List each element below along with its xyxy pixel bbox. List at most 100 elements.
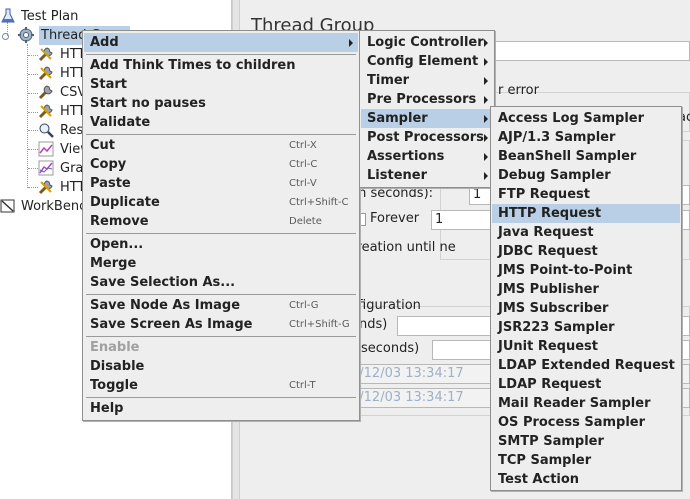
menu-item-save-selection-as[interactable]: Save Selection As... — [84, 273, 358, 292]
menu-item-jms-publisher[interactable]: JMS Publisher — [492, 280, 680, 299]
menu-item-jms-subscriber[interactable]: JMS Subscriber — [492, 299, 680, 318]
name-field[interactable] — [495, 41, 690, 61]
tree-expand-handle-icon[interactable] — [2, 33, 9, 40]
tree-node-label: Response Assertion — [60, 123, 82, 138]
menu-item-label: Validate — [90, 115, 151, 130]
menu-item-toggle[interactable]: Toggle Ctrl-T — [84, 376, 358, 395]
menu-item-timer[interactable]: Timer — [361, 71, 493, 90]
menu-item-label: Cut — [90, 138, 116, 153]
menu-item-ldap-extended-request[interactable]: LDAP Extended Request — [492, 356, 680, 375]
menu-item-ldap-request[interactable]: LDAP Request — [492, 375, 680, 394]
tree-node-label: View Results Tree — [60, 142, 82, 157]
menu-item-smtp-sampler[interactable]: SMTP Sampler — [492, 432, 680, 451]
menu-item-label: Duplicate — [90, 195, 160, 210]
end-time-value: 7/12/03 13:34:17 — [351, 390, 464, 405]
tree-node-http-request[interactable]: HTTP Request — [0, 45, 82, 64]
menu-item-post-processors[interactable]: Post Processors — [361, 128, 493, 147]
menu-item-label: AJP/1.3 Sampler — [498, 130, 616, 145]
menu-item-listener[interactable]: Listener — [361, 166, 493, 185]
menu-item-pre-processors[interactable]: Pre Processors — [361, 90, 493, 109]
rampup-value: 1 — [473, 187, 482, 202]
tree-node-http-request[interactable]: HTTP Request — [0, 102, 82, 121]
menu-item-label: JMS Subscriber — [498, 301, 609, 316]
menu-item-copy[interactable]: Copy Ctrl-C — [84, 155, 358, 174]
menu-item-start[interactable]: Start — [84, 75, 358, 94]
menu-item-duplicate[interactable]: Duplicate Ctrl+Shift-C — [84, 193, 358, 212]
menu-item-label: Config Element — [367, 54, 479, 69]
tree-node-label: Test Plan — [21, 9, 79, 24]
menu-item-help[interactable]: Help — [84, 399, 358, 418]
menu-item-start-no-pauses[interactable]: Start no pauses — [84, 94, 358, 113]
add-submenu: Logic Controller Config Element Timer Pr… — [359, 30, 495, 188]
tree-node-test-plan[interactable]: Test Plan — [0, 7, 220, 26]
menu-item-merge[interactable]: Merge — [84, 254, 358, 273]
tree-node-workbench[interactable]: WorkBench — [0, 197, 82, 216]
tree-node-http-request[interactable]: HTTP Request — [0, 64, 82, 83]
scheduler-configuration-label: figuration — [358, 298, 421, 313]
menu-item-junit-request[interactable]: JUnit Request — [492, 337, 680, 356]
submenu-arrow-icon — [484, 77, 488, 85]
menu-item-add-think-times[interactable]: Add Think Times to children — [84, 56, 358, 75]
menu-item-ajp-sampler[interactable]: AJP/1.3 Sampler — [492, 128, 680, 147]
menu-item-label: BeanShell Sampler — [498, 149, 637, 164]
menu-item-label: Open... — [90, 237, 144, 252]
menu-item-disable[interactable]: Disable — [84, 357, 358, 376]
menu-item-label: Add Think Times to children — [90, 58, 296, 73]
menu-item-label: Access Log Sampler — [498, 111, 645, 126]
startup-delay-label: seconds) — [361, 341, 420, 356]
menu-item-label: Save Node As Image — [90, 298, 241, 313]
menu-item-label: Remove — [90, 214, 149, 229]
menu-item-ftp-request[interactable]: FTP Request — [492, 185, 680, 204]
menu-item-save-screen-as-image[interactable]: Save Screen As Image Ctrl+Shift-G — [84, 315, 358, 334]
menu-item-os-process-sampler[interactable]: OS Process Sampler — [492, 413, 680, 432]
menu-item-paste[interactable]: Paste Ctrl-V — [84, 174, 358, 193]
menu-item-sampler[interactable]: Sampler — [361, 109, 493, 128]
sampler-submenu: Access Log Sampler AJP/1.3 Sampler BeanS… — [490, 106, 682, 491]
menu-item-assertions[interactable]: Assertions — [361, 147, 493, 166]
tree-node-response-assertion[interactable]: Response Assertion — [0, 121, 82, 140]
menu-item-tcp-sampler[interactable]: TCP Sampler — [492, 451, 680, 470]
menu-item-label: Logic Controller — [367, 35, 484, 50]
menu-item-label: Toggle — [90, 378, 138, 393]
menu-item-shortcut: Ctrl+Shift-G — [289, 319, 350, 330]
menu-item-test-action[interactable]: Test Action — [492, 470, 680, 489]
menu-item-shortcut: Ctrl-T — [289, 380, 316, 391]
menu-item-open[interactable]: Open... — [84, 235, 358, 254]
menu-item-label: TCP Sampler — [498, 453, 592, 468]
menu-item-jms-point-to-point[interactable]: JMS Point-to-Point — [492, 261, 680, 280]
menu-separator — [86, 54, 356, 55]
http-request-wrench-icon — [38, 46, 54, 62]
menu-item-debug-sampler[interactable]: Debug Sampler — [492, 166, 680, 185]
menu-item-jdbc-request[interactable]: JDBC Request — [492, 242, 680, 261]
menu-item-label: JUnit Request — [498, 339, 599, 354]
menu-item-access-log-sampler[interactable]: Access Log Sampler — [492, 109, 680, 128]
menu-item-label: JSR223 Sampler — [498, 320, 615, 335]
http-request-wrench-icon — [38, 65, 54, 81]
tree-node-csv-data-set[interactable]: CSV Data Set Config — [0, 83, 82, 102]
menu-item-label: Enable — [90, 340, 140, 355]
submenu-arrow-icon — [484, 134, 488, 142]
menu-item-add[interactable]: Add — [84, 33, 358, 52]
menu-item-beanshell-sampler[interactable]: BeanShell Sampler — [492, 147, 680, 166]
menu-item-save-node-as-image[interactable]: Save Node As Image Ctrl-G — [84, 296, 358, 315]
menu-item-jsr223-sampler[interactable]: JSR223 Sampler — [492, 318, 680, 337]
tree-node-view-results-tree[interactable]: View Results Tree — [0, 140, 82, 159]
menu-item-label: Pre Processors — [367, 92, 477, 107]
menu-item-config-element[interactable]: Config Element — [361, 52, 493, 71]
menu-item-label: LDAP Request — [498, 377, 602, 392]
menu-item-java-request[interactable]: Java Request — [492, 223, 680, 242]
tree-node-graph-results[interactable]: Graph Results — [0, 159, 82, 178]
menu-item-label: Paste — [90, 176, 131, 191]
tree-node-label: Graph Results — [60, 161, 82, 176]
menu-item-label: Add — [90, 35, 119, 50]
error-action-label: r error — [498, 83, 539, 98]
menu-item-validate[interactable]: Validate — [84, 113, 358, 132]
menu-item-http-request[interactable]: HTTP Request — [492, 204, 680, 223]
menu-item-label: Debug Sampler — [498, 168, 611, 183]
menu-item-label: JMS Publisher — [498, 282, 599, 297]
menu-item-mail-reader-sampler[interactable]: Mail Reader Sampler — [492, 394, 680, 413]
tree-node-http-request[interactable]: HTTP Request — [0, 178, 82, 197]
menu-item-cut[interactable]: Cut Ctrl-X — [84, 136, 358, 155]
menu-item-logic-controller[interactable]: Logic Controller — [361, 33, 493, 52]
menu-item-remove[interactable]: Remove Delete — [84, 212, 358, 231]
